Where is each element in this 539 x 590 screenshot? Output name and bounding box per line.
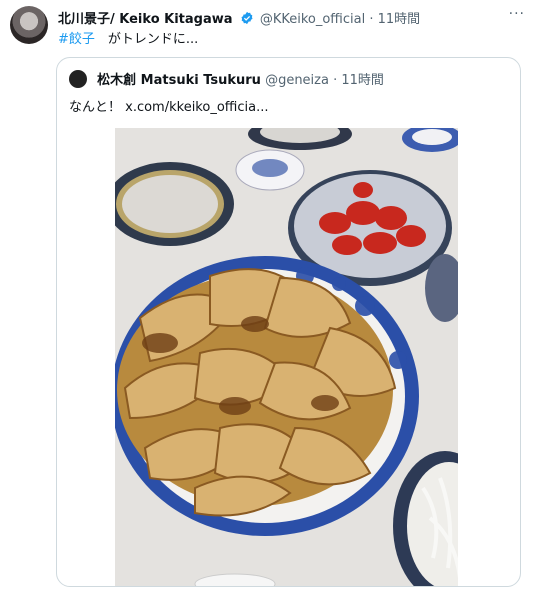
gyoza-photo[interactable] [115, 128, 458, 586]
tweet-text: #餃子 がトレンドに... [58, 28, 198, 47]
quoted-author-avatar[interactable] [69, 70, 87, 88]
separator-dot: · [333, 73, 338, 88]
quoted-author-name[interactable]: 松木創 Matsuki Tsukuru [97, 73, 261, 88]
tweet[interactable]: 北川景子/ Keiko Kitagawa @KKeiko_official · … [0, 0, 539, 590]
quoted-tweet-text: なんと！ x.com/kkeiko_officia... [69, 100, 269, 115]
quoted-tweet-header: 松木創 Matsuki Tsukuru @geneiza · 11時間 [69, 69, 384, 88]
more-options-icon[interactable]: ··· [509, 6, 525, 22]
quoted-tweet[interactable]: 松木創 Matsuki Tsukuru @geneiza · 11時間 なんと！… [56, 57, 521, 587]
quoted-tweet-time[interactable]: 11時間 [341, 73, 384, 88]
verified-badge-icon [241, 11, 253, 25]
quoted-author-handle[interactable]: @geneiza [265, 73, 329, 88]
author-avatar[interactable] [10, 6, 48, 44]
author-name[interactable]: 北川景子/ Keiko Kitagawa [58, 12, 233, 27]
author-handle[interactable]: @KKeiko_official [260, 12, 365, 27]
tweet-text-rest: がトレンドに... [94, 32, 199, 47]
hashtag-link[interactable]: #餃子 [58, 32, 95, 47]
tweet-header: 北川景子/ Keiko Kitagawa @KKeiko_official · … [58, 8, 529, 27]
separator-dot: · [369, 12, 374, 27]
tweet-time[interactable]: 11時間 [378, 12, 421, 27]
